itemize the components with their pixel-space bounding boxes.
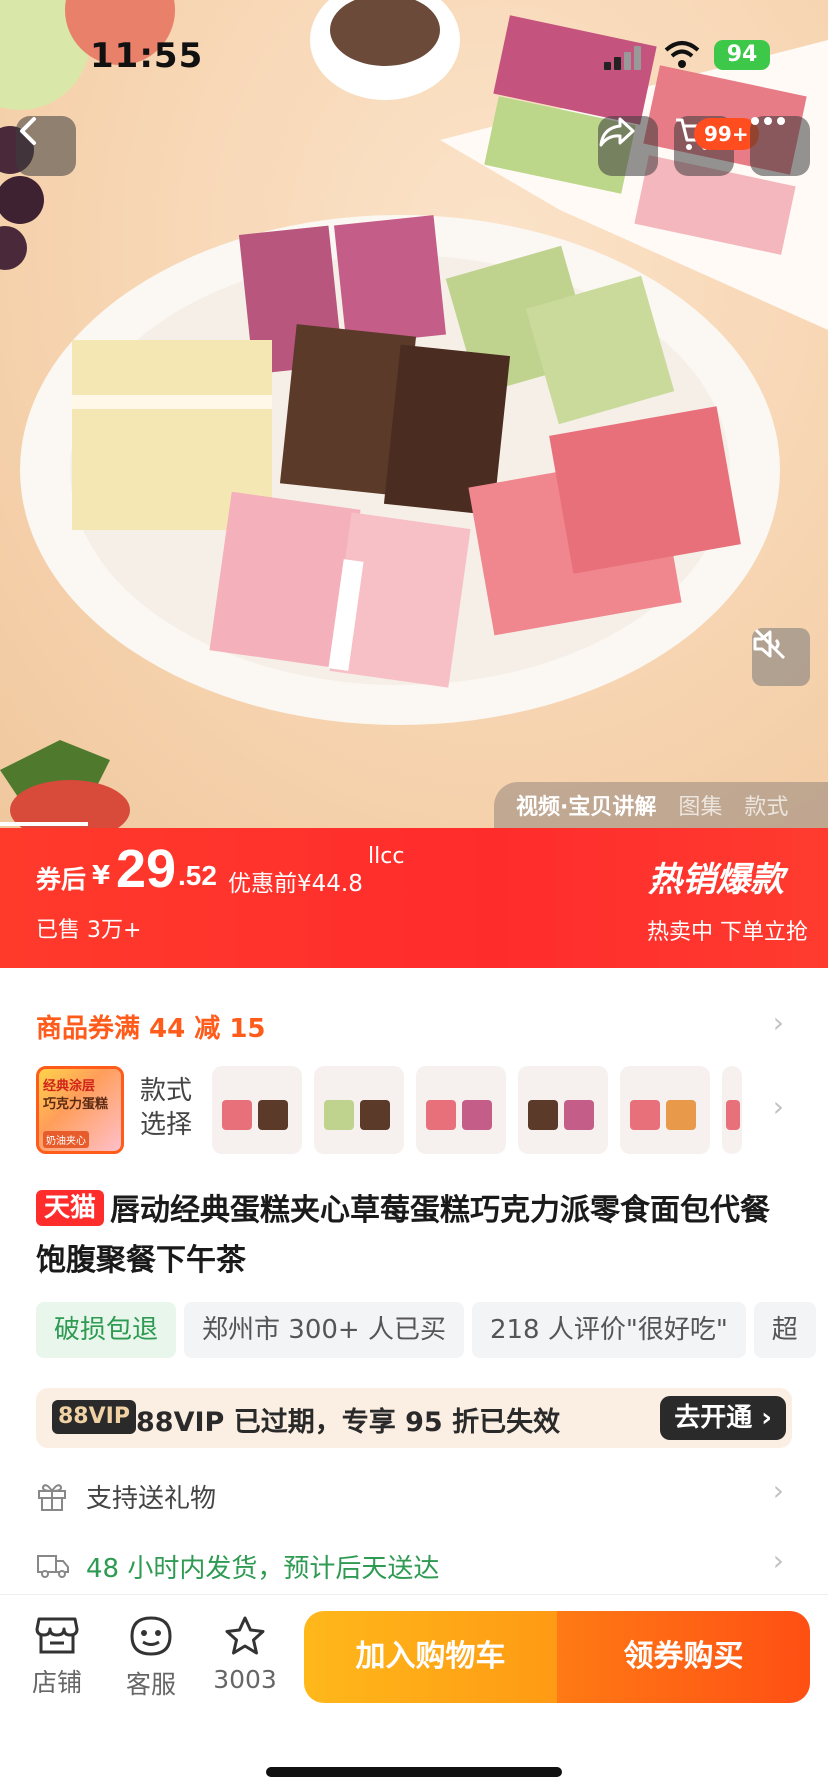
product-title-text: 唇动经典蛋糕夹心草莓蛋糕巧克力派零食面包代餐饱腹聚餐下午茶	[36, 1193, 771, 1278]
gift-icon	[38, 1484, 66, 1511]
cake-image	[360, 1100, 390, 1130]
tag-item[interactable]: 破损包退	[36, 1302, 177, 1358]
product-tags: 破损包退 郑州市 300+ 人已买 218 人评价"很好吃" 超	[36, 1302, 828, 1358]
speaker-muted-icon	[753, 628, 786, 660]
share-icon	[599, 117, 635, 147]
cake-image	[462, 1100, 492, 1130]
home-indicator[interactable]	[266, 1767, 562, 1777]
share-button[interactable]	[598, 116, 658, 176]
original-price: 优惠前¥44.8	[228, 871, 363, 897]
cake-image	[324, 1100, 354, 1130]
tab-gallery[interactable]: 图集	[678, 789, 722, 821]
cake-image	[726, 1100, 740, 1130]
variant-thumb-text-2: 巧克力蛋糕	[43, 1097, 109, 1112]
price-decimal: .52	[178, 860, 217, 891]
status-time: 11:55	[90, 36, 204, 76]
variant-thumb[interactable]	[212, 1066, 302, 1154]
product-media[interactable]: 11:55 94 99+ 视频·宝贝讲解 图集 款式	[0, 0, 828, 828]
cake-image	[258, 1100, 288, 1130]
cake-image	[222, 1100, 252, 1130]
cake-image	[564, 1100, 594, 1130]
variant-thumb-text-3: 奶油夹心	[43, 1131, 89, 1148]
battery-indicator: 94	[714, 40, 770, 70]
service-text: 48 小时内发货，预计后天送达	[86, 1554, 440, 1584]
tag-item[interactable]: 超	[753, 1302, 816, 1358]
back-button[interactable]	[16, 116, 76, 176]
variant-thumb[interactable]	[416, 1066, 506, 1154]
customer-service-icon	[130, 1616, 172, 1656]
cake-image	[666, 1100, 696, 1130]
add-to-cart-button[interactable]: 加入购物车	[304, 1611, 557, 1703]
chevron-right-icon: ›	[772, 1006, 784, 1039]
variant-thumb-selected[interactable]: 经典涂层 巧克力蛋糕 奶油夹心	[36, 1066, 124, 1154]
media-tabs: 视频·宝贝讲解 图集 款式	[494, 782, 828, 828]
tag-item[interactable]: 218 人评价"很好吃"	[471, 1302, 746, 1358]
variant-selector[interactable]: 经典涂层 巧克力蛋糕 奶油夹心 款式选择 ›	[36, 1066, 792, 1158]
customer-service-label: 客服	[125, 1670, 176, 1699]
chevron-right-icon: ›	[772, 1090, 784, 1123]
store-icon	[35, 1617, 79, 1654]
hot-sale-subtitle: 热卖中 下单立抢	[647, 920, 808, 945]
coupon-text: 商品券满 44 减 15	[36, 1014, 266, 1044]
cake-image	[630, 1100, 660, 1130]
product-title: 天猫 唇动经典蛋糕夹心草莓蛋糕巧克力派零食面包代餐饱腹聚餐下午茶	[36, 1186, 792, 1286]
vip-banner[interactable]: 88VIP 88VIP 已过期，专享 95 折已失效 去开通 ›	[36, 1388, 792, 1448]
variant-label: 款式选择	[140, 1076, 193, 1140]
price-integer: 29	[116, 839, 177, 899]
variant-thumb-text-1: 经典涂层	[43, 1079, 96, 1094]
currency-symbol: ¥	[92, 861, 111, 891]
more-dots-icon	[751, 117, 785, 125]
vip-text: 88VIP 已过期，专享 95 折已失效	[136, 1407, 561, 1438]
video-progress	[0, 822, 88, 826]
variant-thumb[interactable]	[518, 1066, 608, 1154]
wifi-icon	[664, 41, 700, 68]
variant-thumb[interactable]	[314, 1066, 404, 1154]
coupon-row[interactable]: 商品券满 44 减 15 ›	[36, 1006, 792, 1044]
buy-now-button[interactable]: 领券购买	[557, 1611, 810, 1703]
service-row-delivery[interactable]: 48 小时内发货，预计后天送达 ›	[36, 1544, 792, 1588]
more-button[interactable]	[750, 116, 810, 176]
vip-badge: 88VIP	[52, 1400, 136, 1434]
tmall-badge: 天猫	[36, 1190, 105, 1226]
purchase-buttons: 加入购物车 领券购买	[304, 1611, 810, 1703]
tab-video[interactable]: 视频·宝贝讲解	[516, 789, 656, 821]
cake-image	[528, 1100, 558, 1130]
store-label: 店铺	[31, 1668, 82, 1697]
variant-thumb[interactable]	[620, 1066, 710, 1154]
store-button[interactable]: 店铺	[22, 1615, 92, 1699]
status-bar: 11:55 94	[0, 36, 828, 80]
sold-count: 已售 3万+	[36, 918, 142, 943]
cart-count-badge: 99+	[694, 118, 759, 150]
chevron-right-icon: ›	[772, 1474, 784, 1507]
price-banner: 券后 ¥ 29 .52 优惠前¥44.8 llcc 已售 3万+ 热销爆款 热卖…	[0, 828, 828, 968]
price-extra-text: llcc	[368, 844, 405, 869]
service-text: 支持送礼物	[86, 1484, 217, 1514]
product-details: 商品券满 44 减 15 › 经典涂层 巧克力蛋糕 奶油夹心 款式选择 › 天猫…	[0, 968, 828, 1594]
customer-service-button[interactable]: 客服	[116, 1615, 186, 1701]
service-row-gift[interactable]: 支持送礼物 ›	[36, 1474, 792, 1518]
chevron-left-icon	[20, 117, 36, 145]
vip-activate-button[interactable]: 去开通 ›	[660, 1396, 786, 1440]
bottom-action-bar: 店铺 客服 3003 加入购物车 领券购买	[0, 1594, 828, 1792]
signal-icon	[604, 46, 641, 70]
after-coupon-label: 券后	[36, 865, 87, 894]
cake-image	[426, 1100, 456, 1130]
delivery-truck-icon	[37, 1555, 69, 1578]
favorite-count: 3003	[213, 1665, 277, 1694]
chevron-right-icon: ›	[772, 1544, 784, 1577]
star-icon	[225, 1616, 265, 1655]
tab-styles[interactable]: 款式	[744, 789, 788, 821]
variant-thumb[interactable]	[722, 1066, 742, 1154]
hot-sale-label: 热销爆款	[648, 860, 784, 900]
vip-activate-label: 去开通	[674, 1403, 753, 1433]
tag-item[interactable]: 郑州市 300+ 人已买	[184, 1302, 464, 1358]
favorite-button[interactable]: 3003	[210, 1615, 280, 1694]
mute-button[interactable]	[752, 628, 810, 686]
